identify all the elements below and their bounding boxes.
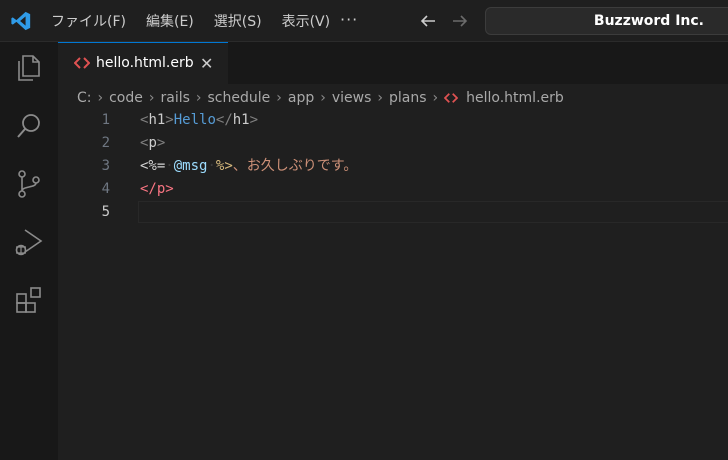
erb-file-icon	[74, 57, 90, 69]
search-icon[interactable]	[13, 110, 45, 142]
code-editor[interactable]: 1 <h1>Hello</h1> 2 <p> 3 <%=·@msg·%>、お久し…	[58, 112, 728, 460]
code-text: <p>	[140, 135, 166, 151]
explorer-icon[interactable]	[13, 52, 45, 84]
editor-tabs: hello.html.erb ✕	[58, 42, 728, 84]
chevron-right-icon: ›	[377, 90, 383, 106]
line-number: 2	[101, 135, 110, 151]
chevron-right-icon: ›	[276, 90, 282, 106]
code-line: 1 <h1>Hello</h1>	[58, 109, 728, 131]
close-icon[interactable]: ✕	[200, 54, 213, 73]
code-line: 5	[58, 201, 728, 223]
chevron-right-icon: ›	[320, 90, 326, 106]
breadcrumb-item-file[interactable]: hello.html.erb	[466, 90, 564, 106]
breadcrumb-item[interactable]: schedule	[208, 90, 271, 106]
code-text: <%=·@msg·%>、お久しぶりです。	[140, 158, 358, 174]
extensions-icon[interactable]	[13, 284, 45, 316]
tab-hello-html-erb[interactable]: hello.html.erb ✕	[58, 42, 228, 84]
menu-file[interactable]: ファイル(F)	[51, 11, 126, 31]
vscode-logo-icon	[11, 11, 31, 31]
source-control-icon[interactable]	[13, 168, 45, 200]
chevron-right-icon: ›	[195, 90, 202, 106]
menu-edit[interactable]: 編集(E)	[146, 11, 194, 31]
code-text: </p>	[140, 181, 174, 197]
line-number: 4	[101, 181, 110, 197]
menu-selection[interactable]: 選択(S)	[214, 11, 262, 31]
breadcrumb-item[interactable]: views	[332, 90, 372, 106]
command-center-search[interactable]: Buzzword Inc.	[485, 7, 728, 35]
code-line: 3 <%=·@msg·%>、お久しぶりです。	[58, 155, 728, 177]
chevron-right-icon: ›	[432, 90, 439, 106]
chevron-right-icon: ›	[148, 90, 155, 106]
erb-file-icon	[444, 93, 459, 103]
breadcrumb-item[interactable]: plans	[389, 90, 427, 106]
breadcrumb-item[interactable]: rails	[160, 90, 189, 106]
more-menu-button[interactable]: ···	[340, 10, 358, 29]
line-number: 3	[101, 158, 110, 174]
breadcrumb: C: › code › rails › schedule › app › views › p…	[58, 84, 728, 112]
tab-label: hello.html.erb	[96, 55, 194, 71]
line-number: 1	[101, 112, 110, 128]
activity-bar	[0, 42, 58, 460]
code-line: 2 <p>	[58, 132, 728, 154]
run-debug-icon[interactable]	[13, 226, 45, 258]
title-bar: ファイル(F) 編集(E) 選択(S) 表示(V) ··· Buzzword I…	[0, 0, 728, 42]
chevron-right-icon: ›	[97, 90, 104, 106]
breadcrumb-item[interactable]: C:	[77, 90, 92, 106]
menu-view[interactable]: 表示(V)	[282, 11, 331, 31]
line-number: 5	[101, 204, 110, 220]
breadcrumb-item[interactable]: app	[288, 90, 314, 106]
code-line: 4 </p>	[58, 178, 728, 200]
arrow-left-icon[interactable]	[418, 11, 438, 31]
arrow-right-icon[interactable]	[450, 11, 470, 31]
breadcrumb-item[interactable]: code	[109, 90, 143, 106]
code-text: <h1>Hello</h1>	[140, 112, 259, 128]
menu-bar: ファイル(F) 編集(E) 選択(S) 表示(V)	[51, 0, 350, 42]
